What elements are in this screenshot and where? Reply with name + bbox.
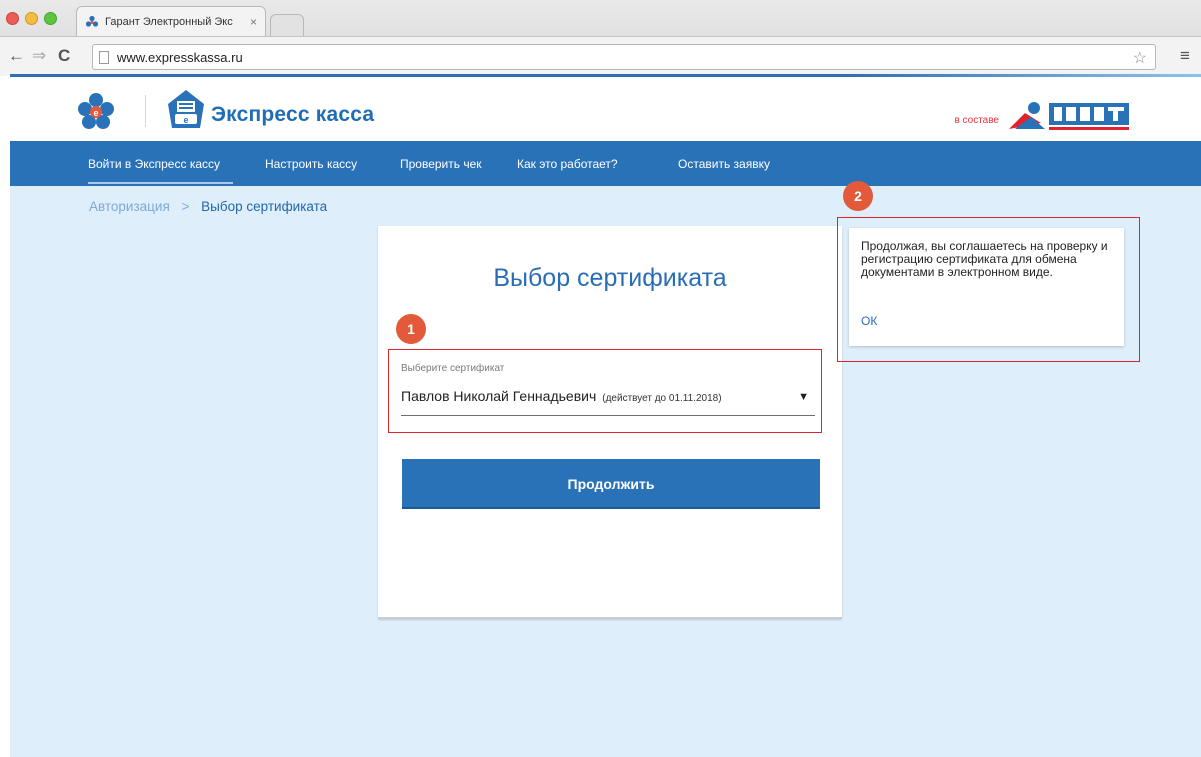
nav-item-how-it-works[interactable]: Как это работает?	[517, 157, 618, 171]
star-icon[interactable]: ☆	[1133, 48, 1147, 68]
back-icon[interactable]: ←	[8, 46, 25, 66]
maximize-window-icon[interactable]	[44, 12, 57, 25]
consent-highlight: Продолжая, вы соглашаетесь на проверку и…	[837, 217, 1140, 362]
certificate-validity: (действует до 01.11.2018)	[602, 393, 722, 404]
browser-chrome: Гарант Электронный Экс × ← ⇒ C www.expre…	[0, 0, 1201, 77]
certificate-owner: Павлов Николай Геннадьевич	[401, 388, 597, 404]
breadcrumb: Авторизация > Выбор сертификата	[89, 199, 327, 214]
certificate-select-label: Выберите сертификат	[401, 363, 505, 374]
svg-text:e: e	[183, 115, 188, 125]
browser-tab[interactable]: Гарант Электронный Экс ×	[76, 6, 266, 36]
ok-button[interactable]: ОК	[861, 314, 877, 328]
url-text: www.expresskassa.ru	[117, 49, 243, 65]
certificate-card: Выбор сертификата 1 Выберите сертификат …	[378, 226, 842, 619]
nav-item-leave-request[interactable]: Оставить заявку	[678, 157, 770, 171]
certificate-highlight: Выберите сертификат Павлов Николай Генна…	[388, 349, 822, 433]
site-favicon-icon	[85, 15, 99, 27]
consent-text: Продолжая, вы соглашаетесь на проверку и…	[861, 239, 1108, 279]
continue-button[interactable]: Продолжить	[402, 459, 820, 509]
address-bar[interactable]: www.expresskassa.ru ☆	[92, 44, 1156, 70]
page: e e Экспресс касса в составе Войти в Экс…	[10, 77, 1201, 757]
breadcrumb-separator: >	[181, 199, 190, 214]
partner-logo[interactable]: в составе	[954, 99, 1131, 135]
menu-icon[interactable]: ≡	[1180, 46, 1190, 66]
breadcrumb-parent[interactable]: Авторизация	[89, 199, 170, 214]
tab-close-icon[interactable]: ×	[250, 15, 257, 29]
kassa-logo-icon[interactable]: e	[166, 88, 206, 132]
close-window-icon[interactable]	[6, 12, 19, 25]
consent-tooltip: Продолжая, вы соглашаетесь на проверку и…	[849, 228, 1124, 346]
forward-icon[interactable]: ⇒	[32, 46, 46, 66]
site-header: e e Экспресс касса в составе	[10, 77, 1201, 141]
nav-item-check-receipt[interactable]: Проверить чек	[400, 157, 482, 171]
main-nav: Войти в Экспресс кассу Настроить кассу П…	[10, 141, 1201, 186]
tab-title: Гарант Электронный Экс	[105, 15, 233, 28]
brand-name: Экспресс касса	[211, 103, 375, 126]
certificate-select[interactable]: Павлов Николай Геннадьевич (действует до…	[401, 388, 805, 404]
breadcrumb-current: Выбор сертификата	[201, 199, 328, 214]
browser-toolbar: ← ⇒ C www.expresskassa.ru ☆ ≡	[0, 36, 1201, 76]
page-icon	[99, 50, 109, 64]
nav-item-setup[interactable]: Настроить кассу	[265, 157, 357, 171]
page-title: Выбор сертификата	[493, 264, 727, 292]
logo-divider	[145, 95, 146, 127]
garant-logo-icon	[1009, 102, 1129, 130]
step-badge-2: 2	[843, 181, 873, 211]
nav-item-login[interactable]: Войти в Экспресс кассу	[88, 157, 220, 171]
new-tab-button[interactable]	[270, 14, 304, 36]
svg-text:e: e	[93, 108, 98, 118]
dropdown-caret-icon[interactable]: ▼	[798, 391, 809, 403]
minimize-window-icon[interactable]	[25, 12, 38, 25]
express-logo-icon[interactable]: e	[76, 91, 116, 131]
reload-icon[interactable]: C	[58, 46, 70, 66]
partner-prefix: в составе	[954, 114, 999, 126]
main-content: Авторизация > Выбор сертификата Выбор се…	[10, 181, 1201, 757]
step-badge-1: 1	[396, 314, 426, 344]
nav-active-indicator	[88, 182, 233, 184]
select-underline	[401, 415, 815, 416]
